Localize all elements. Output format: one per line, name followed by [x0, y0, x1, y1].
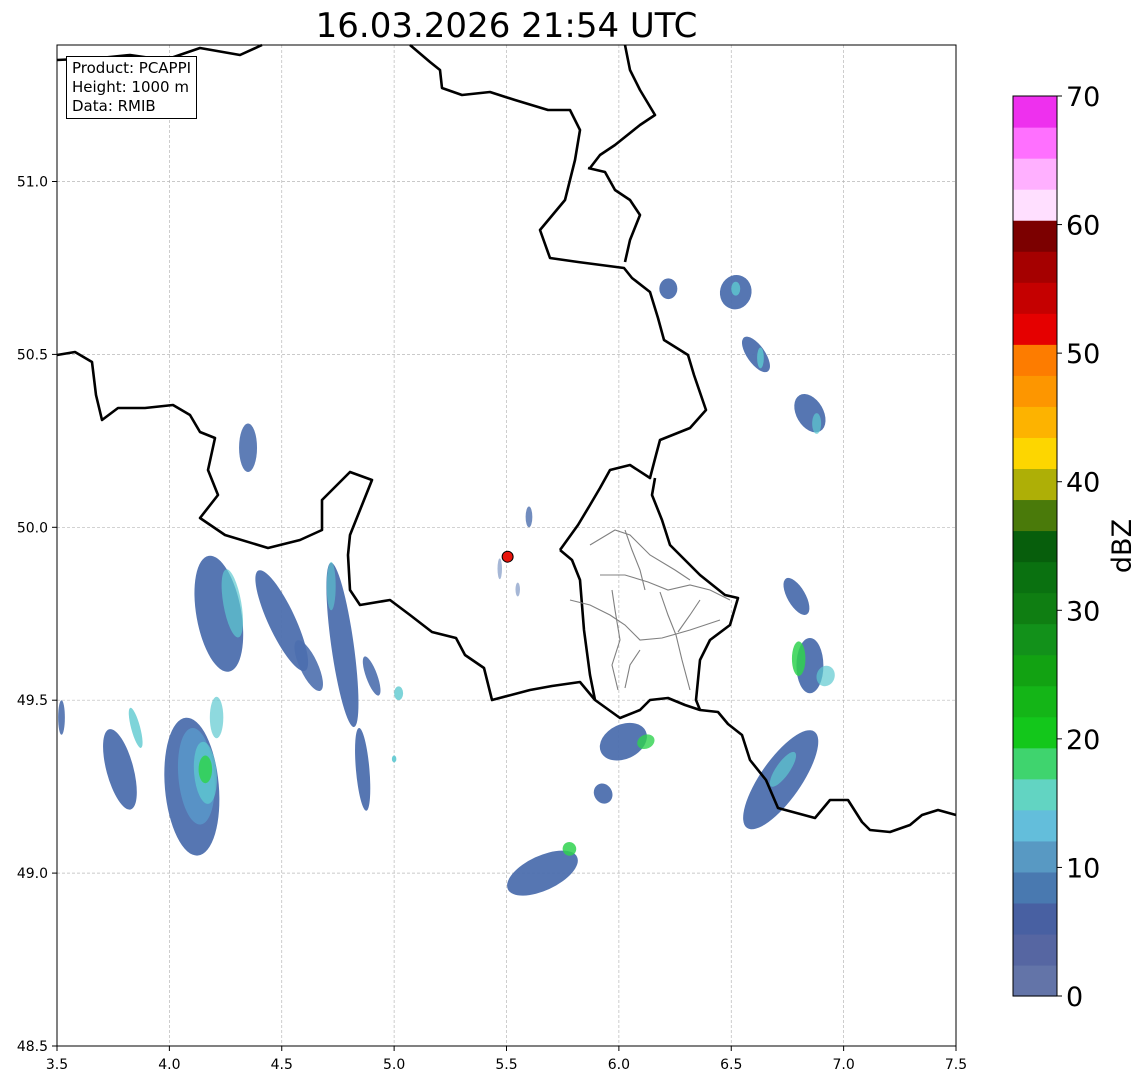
colorbar-tick-label: 50: [1066, 339, 1100, 370]
echo-cell: [515, 582, 520, 597]
colorbar-segment: [1013, 654, 1057, 687]
colorbar-segment: [1013, 437, 1057, 470]
colorbar-segment: [1013, 840, 1057, 873]
colorbar-segment: [1013, 251, 1057, 283]
radar-site-marker: [501, 550, 514, 563]
echo-cell: [239, 423, 258, 472]
colorbar-tick-label: 70: [1066, 82, 1100, 113]
colorbar-segment: [1013, 282, 1057, 314]
echo-cell: [394, 686, 404, 701]
radar-map: 3.5 4.0 4.5 5.0 5.5 6.0 6.5 7.0 7.5 48.5 49.0 49.5…: [17, 43, 1138, 1073]
colorbar-segment: [1013, 96, 1057, 128]
echo-cell: [198, 755, 213, 784]
x-axis-ticks: 3.5 4.0 4.5 5.0 5.5 6.0 6.5 7.0 7.5: [46, 1046, 967, 1073]
info-data: Data: RMIB: [72, 97, 156, 115]
colorbar-segment: [1013, 313, 1057, 345]
info-product: Product: PCAPPI: [72, 59, 192, 77]
colorbar-segment: [1013, 592, 1057, 625]
y-axis-ticks: 48.5 49.0 49.5 50.0 50.5 51.0: [17, 175, 57, 1055]
x-tick-label: 7.5: [945, 1057, 967, 1073]
echo-cell: [791, 641, 806, 676]
colorbar-segment: [1013, 747, 1057, 780]
echo-cell: [659, 278, 678, 300]
x-tick-label: 4.5: [271, 1057, 293, 1073]
colorbar-segment: [1013, 716, 1057, 749]
echo-cell: [326, 561, 336, 611]
colorbar-segment: [1013, 375, 1057, 407]
colorbar-segment: [1013, 809, 1057, 842]
y-tick-label: 49.5: [17, 693, 48, 709]
colorbar-segment: [1013, 902, 1057, 935]
info-box: Product: PCAPPI Height: 1000 m Data: RMI…: [66, 56, 198, 119]
colorbar-segment: [1013, 778, 1057, 811]
colorbar-segment: [1013, 964, 1057, 997]
colorbar-segment: [1013, 871, 1057, 904]
colorbar-segment: [1013, 685, 1057, 718]
x-tick-label: 5.5: [495, 1057, 517, 1073]
echo-cell: [757, 347, 764, 369]
colorbar-segment: [1013, 127, 1057, 159]
colorbar-label: dBZ: [1107, 519, 1138, 573]
y-tick-label: 48.5: [17, 1039, 48, 1055]
colorbar-tick-label: 30: [1066, 596, 1100, 627]
colorbar-tick-label: 20: [1066, 725, 1100, 756]
y-tick-label: 50.5: [17, 347, 48, 363]
colorbar-tick-label: 60: [1066, 211, 1100, 242]
x-tick-label: 3.5: [46, 1057, 68, 1073]
info-height: Height: 1000 m: [72, 78, 189, 96]
echo-cell: [525, 506, 533, 528]
colorbar-tick-label: 0: [1066, 982, 1083, 1013]
echo-cell: [497, 558, 503, 580]
colorbar-segment: [1013, 623, 1057, 656]
colorbar-segment: [1013, 530, 1057, 563]
x-tick-label: 6.0: [608, 1057, 630, 1073]
y-tick-label: 49.0: [17, 866, 48, 882]
colorbar-segment: [1013, 344, 1057, 376]
colorbar-segment: [1013, 468, 1057, 501]
y-tick-label: 50.0: [17, 520, 48, 536]
echo-cell: [812, 413, 822, 434]
colorbar-tick-label: 10: [1066, 853, 1100, 884]
colorbar-segment: [1013, 561, 1057, 594]
echo-cell: [58, 700, 65, 735]
colorbar-segment: [1013, 499, 1057, 532]
colorbar-segment: [1013, 189, 1057, 221]
x-tick-label: 5.0: [383, 1057, 405, 1073]
x-tick-label: 7.0: [832, 1057, 854, 1073]
colorbar-segment: [1013, 406, 1057, 438]
x-tick-label: 6.5: [720, 1057, 742, 1073]
x-tick-label: 4.0: [158, 1057, 180, 1073]
echo-cell: [391, 755, 397, 763]
echo-cell: [209, 696, 224, 739]
colorbar-segment: [1013, 933, 1057, 966]
echo-cell: [731, 281, 741, 296]
colorbar: 0 10 20 30 40 50 60 70 dBZ: [1012, 82, 1138, 1013]
colorbar-tick-label: 40: [1066, 468, 1100, 499]
y-tick-label: 51.0: [17, 175, 48, 191]
colorbar-segment: [1013, 158, 1057, 190]
colorbar-segment: [1013, 220, 1057, 252]
